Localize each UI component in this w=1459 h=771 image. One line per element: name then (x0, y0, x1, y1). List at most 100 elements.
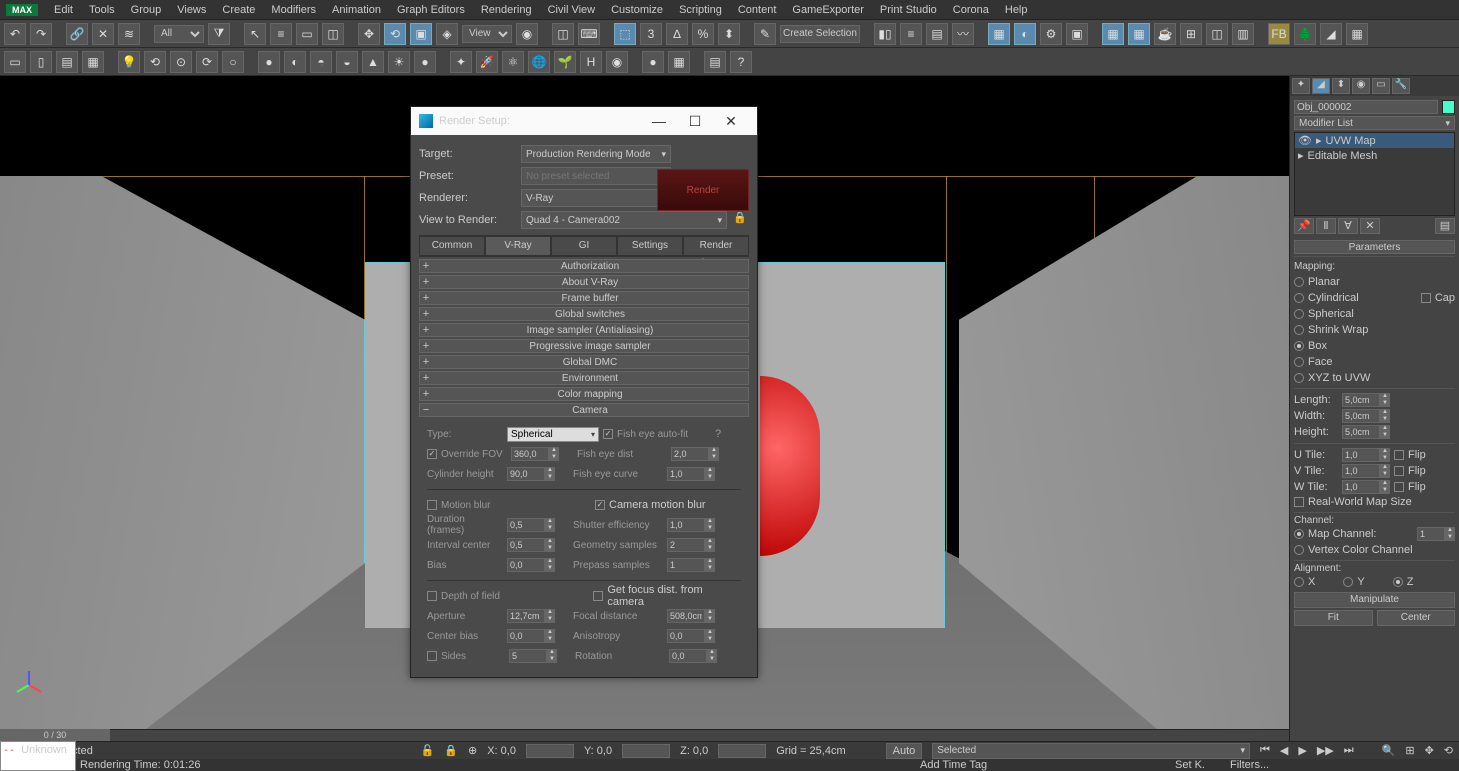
modifier-list-dropdown[interactable]: Modifier List (1294, 116, 1455, 130)
preset-dropdown[interactable]: No preset selected (521, 167, 671, 185)
configure-button[interactable]: ▤ (1435, 218, 1455, 234)
width-spinner[interactable]: ▲▼ (1342, 409, 1390, 423)
menu-create[interactable]: Create (222, 4, 255, 16)
angle-snap-button[interactable]: ∆ (666, 23, 688, 45)
utile-spinner[interactable]: ▲▼ (1342, 448, 1390, 462)
fisheye-dist-spinner[interactable]: ▲▼ (671, 447, 719, 461)
rollout-camera[interactable]: −Camera (419, 403, 749, 417)
select-rect-button[interactable]: ▭ (296, 23, 318, 45)
menu-content[interactable]: Content (738, 4, 777, 16)
play-prev-button[interactable]: ◀ (1280, 744, 1288, 757)
motion-blur-checkbox[interactable] (427, 500, 437, 510)
sun-icon[interactable]: ☀ (388, 51, 410, 73)
t2-9[interactable]: ○ (222, 51, 244, 73)
show-result-button[interactable]: Ⅱ (1316, 218, 1336, 234)
sphere1-icon[interactable]: ● (258, 51, 280, 73)
t2-3[interactable]: ▤ (56, 51, 78, 73)
sides-spinner[interactable]: ▲▼ (509, 649, 557, 663)
modifier-uvwmap[interactable]: 👁▸UVW Map (1295, 133, 1454, 148)
menu-customize[interactable]: Customize (611, 4, 663, 16)
pan-icon[interactable]: ✥ (1425, 744, 1434, 757)
rocket-icon[interactable]: 🚀 (476, 51, 498, 73)
target-dropdown[interactable]: Production Rendering Mode (521, 145, 671, 163)
menu-corona[interactable]: Corona (953, 4, 989, 16)
menu-group[interactable]: Group (131, 4, 162, 16)
menu-scripting[interactable]: Scripting (679, 4, 722, 16)
tab-settings[interactable]: Settings (617, 236, 683, 256)
camera-type-dropdown[interactable]: Spherical (507, 427, 599, 442)
rollout-imagesampler[interactable]: +Image sampler (Antialiasing) (419, 323, 749, 337)
fisheye-curve-spinner[interactable]: ▲▼ (667, 467, 715, 481)
cone-icon[interactable]: ▲ (362, 51, 384, 73)
map-spherical[interactable]: Spherical (1294, 306, 1455, 322)
help-icon[interactable]: ? (730, 51, 752, 73)
geom-spinner[interactable]: ▲▼ (667, 538, 715, 552)
material-editor-button[interactable]: ◐ (1014, 23, 1036, 45)
focal-spinner[interactable]: ▲▼ (667, 609, 715, 623)
y-field[interactable] (622, 744, 670, 758)
menu-rendering[interactable]: Rendering (481, 4, 532, 16)
maximize-button[interactable]: ☐ (677, 107, 713, 135)
menu-printstudio[interactable]: Print Studio (880, 4, 937, 16)
menu-gameexporter[interactable]: GameExporter (792, 4, 864, 16)
light-icon[interactable]: 💡 (118, 51, 140, 73)
menu-grapheditors[interactable]: Graph Editors (397, 4, 465, 16)
realworld-checkbox[interactable] (1294, 497, 1304, 507)
create-tab[interactable]: ✦ (1292, 78, 1310, 94)
uflip-checkbox[interactable] (1394, 450, 1404, 460)
ball-icon[interactable]: ● (642, 51, 664, 73)
rotate-button[interactable]: ⟲ (384, 23, 406, 45)
tab-render-elements[interactable]: Render Elements (683, 236, 749, 256)
play-button[interactable]: ▶ (1298, 744, 1306, 757)
plant-icon[interactable]: 🌱 (554, 51, 576, 73)
autokey-button[interactable]: Auto (886, 743, 923, 759)
dialog-titlebar[interactable]: Render Setup: — ☐ ✕ (411, 107, 757, 135)
pivot-button[interactable]: ◉ (516, 23, 538, 45)
bind-button[interactable]: ≋ (118, 23, 140, 45)
globe-icon[interactable]: 🌐 (528, 51, 550, 73)
filter-icon[interactable]: ⧩ (208, 23, 230, 45)
rollout-globaldmc[interactable]: +Global DMC (419, 355, 749, 369)
sphere3-icon[interactable]: ◓ (310, 51, 332, 73)
rollout-globalswitches[interactable]: +Global switches (419, 307, 749, 321)
get-focus-checkbox[interactable] (593, 591, 603, 601)
parameters-rollout[interactable]: Parameters (1294, 240, 1455, 254)
tree-icon[interactable]: 🌲 (1294, 23, 1316, 45)
max-logo[interactable]: MAX (6, 4, 38, 16)
render-c-button[interactable]: ☕ (1154, 23, 1176, 45)
particles-icon[interactable]: ✦ (450, 51, 472, 73)
manipulate-button[interactable]: Manipulate (1294, 592, 1455, 608)
object-color-swatch[interactable] (1442, 100, 1455, 114)
render-f-button[interactable]: ▥ (1232, 23, 1254, 45)
named-sel-edit-button[interactable]: ✎ (754, 23, 776, 45)
coord-icon[interactable]: ⊕ (468, 744, 477, 757)
time-slider[interactable]: 0 / 30 (0, 729, 110, 741)
utilities-tab[interactable]: 🔧 (1392, 78, 1410, 94)
play-end-button[interactable]: ⏭ (1344, 744, 1354, 757)
vfb-icon[interactable]: ▦ (1346, 23, 1368, 45)
link-button[interactable]: 🔗 (66, 23, 88, 45)
select-name-button[interactable]: ≡ (270, 23, 292, 45)
object-name-input[interactable] (1294, 100, 1438, 114)
t2-7[interactable]: ⊙ (170, 51, 192, 73)
menu-animation[interactable]: Animation (332, 4, 381, 16)
rollout-authorization[interactable]: +Authorization (419, 259, 749, 273)
snap-2d-button[interactable]: ⬚ (614, 23, 636, 45)
close-button[interactable]: ✕ (713, 107, 749, 135)
prepass-spinner[interactable]: ▲▼ (667, 558, 715, 572)
menu-civilview[interactable]: Civil View (548, 4, 595, 16)
bias-spinner[interactable]: ▲▼ (507, 558, 555, 572)
height-spinner[interactable]: ▲▼ (1342, 425, 1390, 439)
manipulate-button[interactable]: ◫ (552, 23, 574, 45)
center-button[interactable]: Center (1377, 610, 1456, 626)
menu-views[interactable]: Views (177, 4, 206, 16)
t2-2[interactable]: ▯ (30, 51, 52, 73)
snap-3d-button[interactable]: 3 (640, 23, 662, 45)
map-channel-radio[interactable]: Map Channel:▲▼ (1294, 526, 1455, 542)
eye-icon[interactable]: 👁 (1298, 134, 1312, 147)
t2-4[interactable]: ▦ (82, 51, 104, 73)
render-d-button[interactable]: ⊞ (1180, 23, 1202, 45)
sphere6-icon[interactable]: ◉ (606, 51, 628, 73)
sides-checkbox[interactable] (427, 651, 437, 661)
add-time-tag[interactable]: Add Time Tag (920, 759, 987, 771)
